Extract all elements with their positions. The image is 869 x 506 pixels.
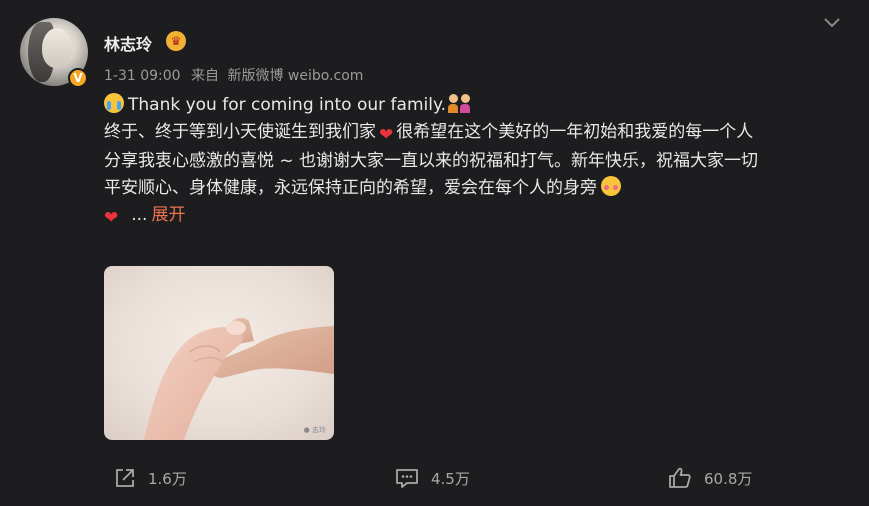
post-meta: 1-31 09:00 来自 新版微博 weibo.com	[104, 65, 369, 85]
verified-badge-icon: V	[68, 68, 88, 88]
like-button[interactable]: 60.8万	[668, 464, 752, 492]
source-prefix: 来自	[191, 68, 220, 84]
family-icon	[448, 93, 472, 113]
thumbs-up-icon	[668, 466, 692, 490]
smiling-hearts-icon	[601, 175, 621, 196]
content-text-2a: 终于、终于等到小天使诞生到我们家	[104, 121, 376, 142]
comment-icon	[395, 467, 419, 489]
photo-watermark: ● 志玲	[303, 426, 326, 434]
heart-icon: ❤	[104, 208, 119, 228]
post-photo[interactable]: ● 志玲	[104, 266, 334, 440]
post-source: 新版微博 weibo.com	[227, 68, 364, 84]
content-line-4: 平安顺心、身体健康，永远保持正向的希望，爱会在每个人的身旁	[104, 175, 844, 202]
heart-icon: ❤	[379, 124, 394, 145]
content-line-3: 分享我衷心感激的喜悦 ~ 也谢谢大家一直以来的祝福和打气。新年快乐，祝福大家一切	[104, 151, 759, 171]
post-content: Thank you for coming into our family. 终于…	[104, 92, 844, 232]
content-text-1: Thank you for coming into our family.	[128, 95, 447, 115]
content-line-5: ❤... 展开	[104, 202, 844, 232]
ellipsis: ...	[131, 205, 148, 225]
share-button[interactable]: 1.6万	[114, 464, 187, 492]
content-text-2b: 很希望在这个美好的一年初始和我爱的每一个人	[396, 121, 754, 142]
content-line-2: 终于、终于等到小天使诞生到我们家 ❤ 很希望在这个美好的一年初始和我爱的每一个人	[104, 119, 844, 149]
content-text-4: 平安顺心、身体健康，永远保持正向的希望，爱会在每个人的身旁	[104, 177, 597, 198]
like-count: 60.8万	[704, 469, 753, 488]
comment-button[interactable]: 4.5万	[395, 464, 470, 492]
crown-badge-icon[interactable]: ♛	[166, 31, 186, 51]
author-avatar[interactable]: V	[20, 18, 88, 88]
share-icon	[114, 467, 136, 489]
post-time[interactable]: 1-31 09:00	[104, 68, 181, 84]
chevron-down-icon[interactable]	[822, 16, 842, 30]
content-line-1: Thank you for coming into our family.	[104, 92, 844, 119]
weibo-post-card: V 林志玲 ♛ 1-31 09:00 来自 新版微博 weibo.com Tha…	[0, 0, 869, 506]
baby-hand-photo	[104, 266, 334, 440]
author-name[interactable]: 林志玲	[104, 31, 152, 55]
expand-link[interactable]: 展开	[151, 205, 185, 225]
comment-count: 4.5万	[431, 469, 470, 488]
crying-face-icon	[104, 93, 124, 113]
share-count: 1.6万	[148, 469, 187, 488]
